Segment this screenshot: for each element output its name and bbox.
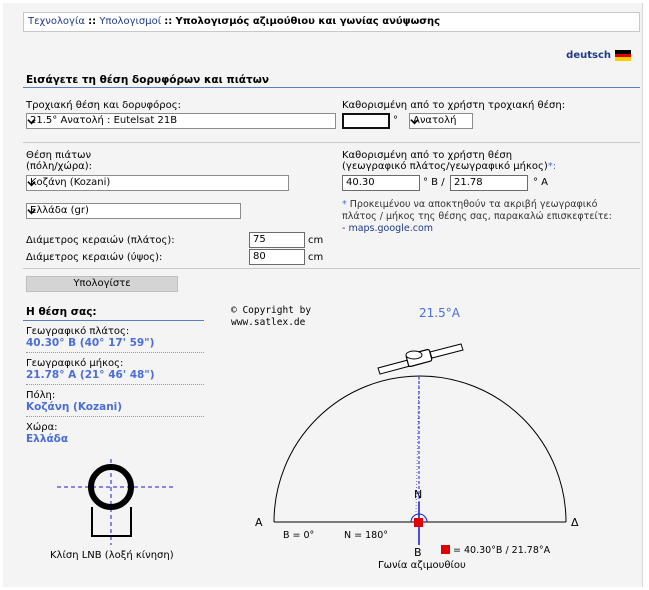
legend-marker — [441, 545, 450, 554]
west-label: Α — [255, 516, 263, 529]
lnb-caption: Κλίση LNB (λοξή κίνηση) — [50, 549, 174, 561]
azimuth-diagram: Κλίση LNB (λοξή κίνηση) 21.5°A Α Δ N B B… — [50, 306, 579, 571]
south-label: B — [414, 546, 422, 559]
position-marker — [414, 518, 423, 527]
west-degree-label: B = 0° — [283, 530, 314, 541]
lnb-skew-icon — [57, 459, 173, 545]
legend-text: = 40.30°B / 21.78°A — [453, 545, 551, 556]
east-label: Δ — [571, 516, 579, 529]
north-label: N — [414, 488, 422, 501]
north-degree-label: N = 180° — [344, 530, 388, 541]
satellite-position-label: 21.5°A — [419, 306, 461, 320]
azimuth-caption: Γωνία αζιμουθίου — [378, 559, 466, 571]
satellite-icon — [377, 343, 464, 375]
